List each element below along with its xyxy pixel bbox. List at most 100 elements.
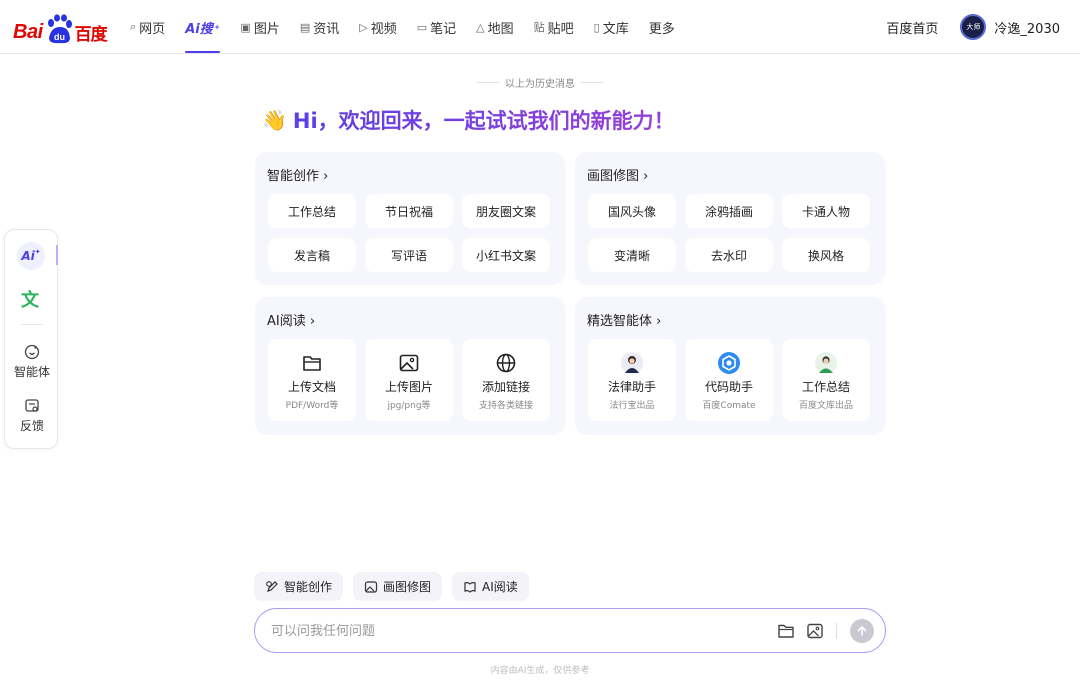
history-label: 以上为历史消息 <box>477 75 603 90</box>
baidu-logo[interactable]: Bai du 百度 <box>13 14 108 48</box>
creation-option[interactable]: 写评语 <box>365 238 453 272</box>
username: 冷逸_2030 <box>994 21 1060 37</box>
tile-name: 代码助手 <box>704 380 753 394</box>
image-edit-option[interactable]: 涂鸦插画 <box>685 194 773 228</box>
map-icon: △ <box>476 20 485 34</box>
user-menu[interactable]: 大师 冷逸_2030 <box>960 14 1060 40</box>
waving-hand-icon: 👋 <box>262 108 287 132</box>
tab-wenku[interactable]: ▯ 文库 <box>594 0 629 54</box>
tab-label: 地图 <box>487 21 514 37</box>
tile-subtitle: PDF/Word等 <box>285 401 339 411</box>
sidebar-item-feedback[interactable]: 反馈 <box>5 398 59 434</box>
card-title[interactable]: 精选智能体 › <box>587 310 661 329</box>
card-title[interactable]: AI阅读 › <box>267 310 315 329</box>
ai-search-icon[interactable]: Ai ✦ <box>17 242 45 270</box>
question-input[interactable] <box>271 619 751 643</box>
image-edit-option[interactable]: 变清晰 <box>588 238 676 272</box>
tile-subtitle: 法行宝出品 <box>609 401 655 411</box>
tab-label: 文库 <box>602 21 629 37</box>
image-icon <box>364 580 378 593</box>
creation-option[interactable]: 小红书文案 <box>462 238 550 272</box>
tab-more[interactable]: 更多 <box>649 0 675 54</box>
question-input-box <box>254 608 886 653</box>
tile-name: 上传图片 <box>384 380 433 394</box>
tieba-icon: 贴 <box>533 21 545 34</box>
tile-name: 上传文档 <box>287 380 336 394</box>
tile-subtitle: 百度Comate <box>702 401 756 411</box>
agent-icon <box>24 344 40 360</box>
tab-images[interactable]: ▣ 图片 <box>240 0 279 54</box>
header-right: 百度首页 大师 冷逸_2030 <box>886 0 1060 54</box>
feedback-icon <box>25 399 39 412</box>
chip-ai-reading[interactable]: AI阅读 <box>452 572 529 601</box>
image-edit-option[interactable]: 去水印 <box>685 238 773 272</box>
note-icon: ▭ <box>416 20 428 34</box>
tile-name: 添加链接 <box>481 380 530 394</box>
code-assistant-tile[interactable]: 代码助手 百度Comate <box>685 339 773 421</box>
tile-name: 工作总结 <box>801 380 850 394</box>
baidu-home-link[interactable]: 百度首页 <box>886 18 938 37</box>
tab-label: 更多 <box>648 21 675 37</box>
send-button[interactable] <box>850 619 874 643</box>
news-icon: ▤ <box>299 20 311 34</box>
sidebar-item-label: 智能体 <box>13 365 50 379</box>
chip-label: AI阅读 <box>482 580 518 594</box>
upload-document-tile[interactable]: 上传文档 PDF/Word等 <box>268 339 356 421</box>
divider <box>836 623 837 639</box>
tab-web[interactable]: ⌕ 网页 <box>130 0 165 54</box>
avatar: 大师 <box>960 14 987 40</box>
creation-option[interactable]: 工作总结 <box>268 194 356 228</box>
upload-image-tile[interactable]: 上传图片 jpg/png等 <box>365 339 453 421</box>
video-icon: ▷ <box>359 20 368 34</box>
card-title[interactable]: 智能创作 › <box>267 165 328 184</box>
tab-label: 贴吧 <box>547 21 574 37</box>
search-vertical-tabs: ⌕ 网页 Ai搜✦ ▣ 图片 ▤ 资讯 ▷ 视频 ▭ 笔记 △ 地图 贴 贴吧 <box>130 0 695 54</box>
sidebar-item-agents[interactable]: 智能体 <box>5 344 59 380</box>
tile-subtitle: jpg/png等 <box>387 401 431 411</box>
disclaimer: 内容由AI生成，仅供参考 <box>490 666 590 676</box>
legal-assistant-tile[interactable]: 法律助手 法行宝出品 <box>588 339 676 421</box>
tab-map[interactable]: △ 地图 <box>476 0 513 54</box>
tile-subtitle: 支持各类链接 <box>478 401 533 411</box>
tab-news[interactable]: ▤ 资讯 <box>300 0 339 54</box>
tab-label: 笔记 <box>430 21 457 37</box>
wenku-icon[interactable]: 文 <box>21 286 39 312</box>
card-image-editing: 画图修图 › 国风头像 涂鸦插画 卡通人物 变清晰 去水印 换风格 <box>575 152 885 285</box>
tab-label: 资讯 <box>313 21 340 37</box>
chip-image-editing[interactable]: 画图修图 <box>353 572 443 601</box>
greeting: 👋 Hi，欢迎回来，一起试试我们的新能力！ <box>262 105 675 135</box>
arrow-up-icon <box>857 626 867 636</box>
tab-label: 图片 <box>253 21 280 37</box>
sparkle-icon: ✦ <box>34 248 41 256</box>
tab-ai-search[interactable]: Ai搜 ✦ <box>185 0 221 54</box>
sparkle-icon: ✦ <box>213 22 221 32</box>
card-featured-agents: 精选智能体 › 法律助手 法行宝出品 代码助手 百度Comate 工作总结 百度… <box>575 297 885 435</box>
tab-notes[interactable]: ▭ 笔记 <box>417 0 456 54</box>
code-assistant-icon <box>717 351 741 375</box>
history-divider: 以上为历史消息 <box>0 75 1080 90</box>
greeting-text: Hi，欢迎回来，一起试试我们的新能力！ <box>293 105 675 135</box>
divider <box>21 324 43 325</box>
book-icon <box>464 581 476 593</box>
lawyer-avatar-icon <box>620 351 644 375</box>
folder-icon <box>302 351 322 375</box>
image-upload-icon[interactable] <box>806 622 824 640</box>
card-ai-reading: AI阅读 › 上传文档 PDF/Word等 上传图片 jpg/png等 添加链接… <box>255 297 565 435</box>
image-edit-option[interactable]: 换风格 <box>782 238 870 272</box>
top-navigation-bar: Bai du 百度 ⌕ 网页 Ai搜 ✦ ▣ 图片 ▤ 资讯 ▷ 视频 ▭ 笔记… <box>0 0 1080 54</box>
folder-icon[interactable] <box>777 622 795 640</box>
card-title[interactable]: 画图修图 › <box>587 165 648 184</box>
image-edit-option[interactable]: 国风头像 <box>588 194 676 228</box>
logo-du: du <box>54 32 65 42</box>
image-icon: ▣ <box>240 20 251 34</box>
chip-smart-creation[interactable]: 智能创作 <box>254 572 344 601</box>
add-link-tile[interactable]: 添加链接 支持各类链接 <box>462 339 550 421</box>
tile-subtitle: 百度文库出品 <box>798 401 853 411</box>
creation-option[interactable]: 发言稿 <box>268 238 356 272</box>
tab-video[interactable]: ▷ 视频 <box>359 0 396 54</box>
tab-tieba[interactable]: 贴 贴吧 <box>534 0 574 54</box>
creation-option[interactable]: 朋友圈文案 <box>462 194 550 228</box>
creation-option[interactable]: 节日祝福 <box>365 194 453 228</box>
image-edit-option[interactable]: 卡通人物 <box>782 194 870 228</box>
work-summary-tile[interactable]: 工作总结 百度文库出品 <box>782 339 870 421</box>
